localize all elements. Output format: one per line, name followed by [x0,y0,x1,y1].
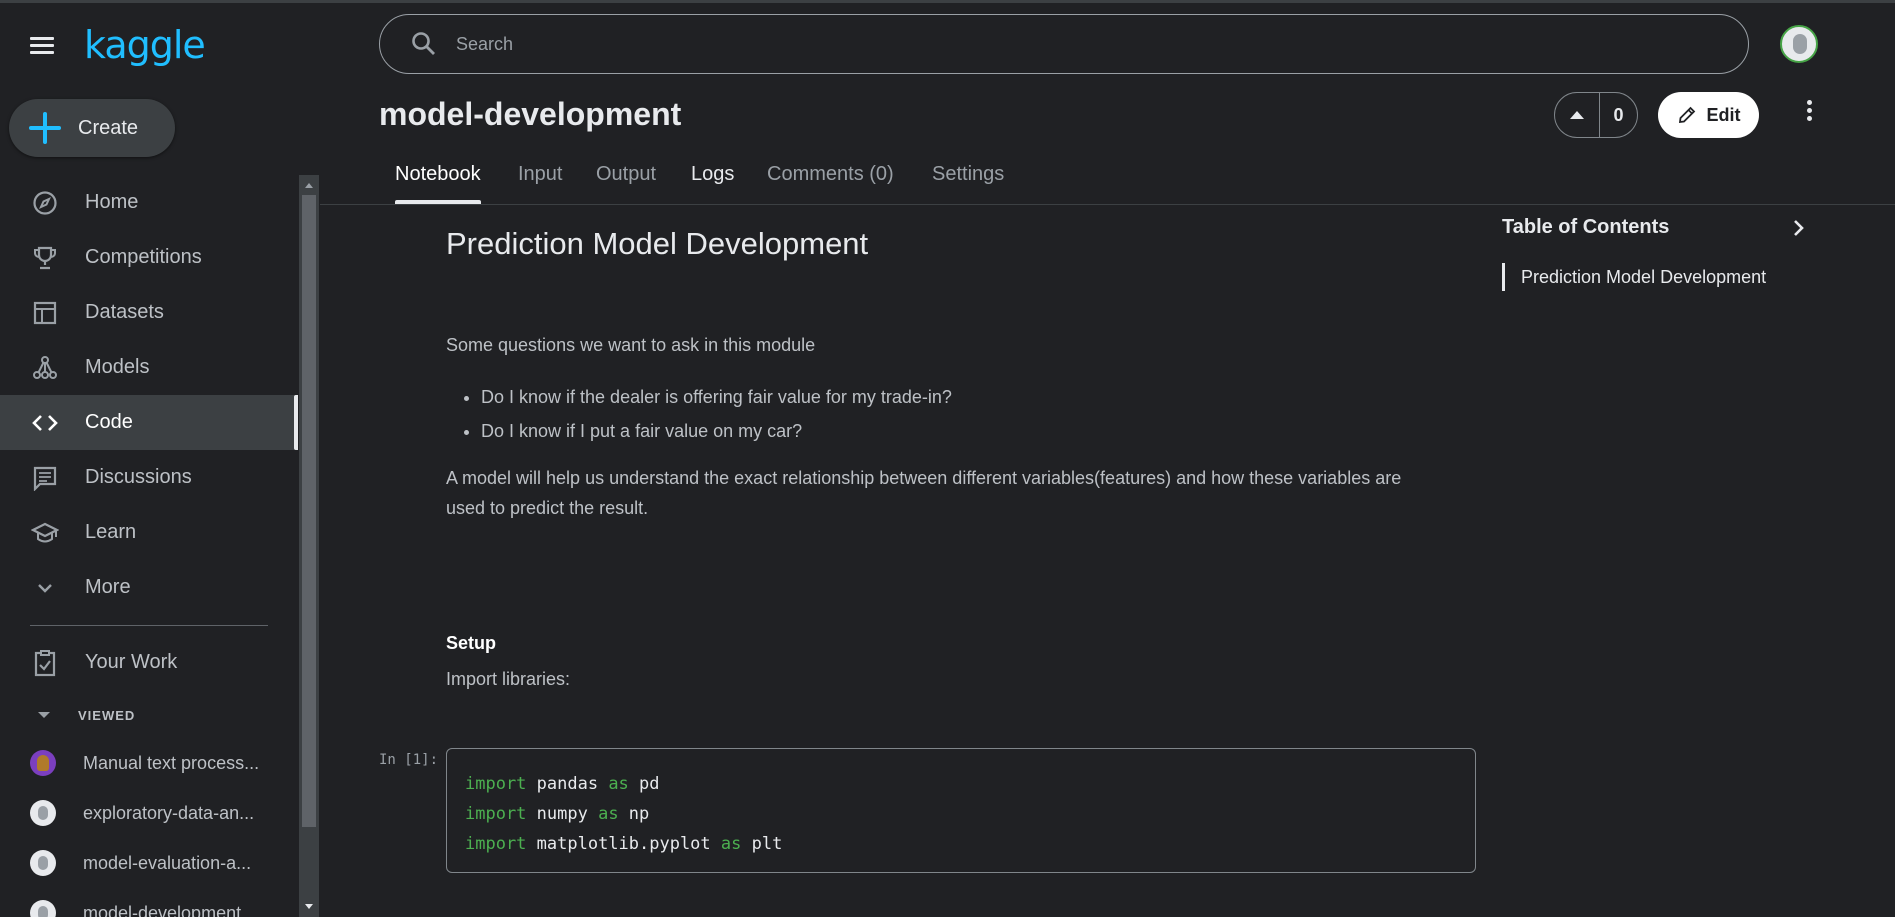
sidebar-item-label: More [85,576,131,598]
setup-heading: Setup [446,633,497,653]
viewed-label: VIEWED [78,707,136,723]
sidebar-item-more[interactable]: More [0,560,298,615]
recent-item-label: Manual text process... [83,752,260,773]
compass-icon [30,188,60,218]
pencil-icon [1678,106,1695,124]
sidebar-item-label: Learn [85,521,137,543]
sidebar-item-discussions[interactable]: Discussions [0,450,298,505]
list-item: Do I know if I put a fair value on my ca… [481,414,952,448]
code-line: import numpy as np [465,804,650,824]
kaggle-logo[interactable]: kaggle [84,23,206,67]
recent-item-label: exploratory-data-an... [83,802,255,823]
avatar [30,850,56,876]
tab-logs[interactable]: Logs [691,163,734,186]
search-icon [410,30,438,58]
sidebar-item-label: Competitions [85,246,202,268]
sidebar: kaggle Create Home Competitions Datasets [0,3,320,917]
edit-button[interactable]: Edit [1658,92,1759,138]
scroll-down-arrow-icon[interactable] [305,904,313,909]
sidebar-item-learn[interactable]: Learn [0,505,298,560]
graduation-cap-icon [30,518,60,548]
chevron-right-icon[interactable] [1787,217,1809,239]
trophy-icon [30,243,60,273]
chevron-down-icon [30,573,60,603]
sidebar-item-competitions[interactable]: Competitions [0,230,298,285]
sidebar-item-models[interactable]: Models [0,340,298,395]
user-avatar[interactable] [1780,25,1818,63]
sidebar-item-code[interactable]: Code [0,395,298,450]
more-options-icon[interactable] [1802,100,1816,128]
recent-item[interactable]: Manual text process... [0,738,298,788]
scroll-up-arrow-icon[interactable] [305,183,313,188]
comment-icon [30,463,60,493]
tab-notebook[interactable]: Notebook [395,163,481,204]
caret-down-icon [38,712,50,718]
setup-text: Import libraries: [446,669,571,689]
cell-prompt: In [1]: [379,752,439,768]
avatar [30,750,56,776]
vote-widget: 0 [1554,92,1638,138]
notebook-paragraph-line: A model will help us understand the exac… [446,468,1402,488]
notebook-tabs: Notebook Input Output Logs Comments (0) … [320,155,1895,205]
viewed-section-toggle[interactable]: VIEWED [0,703,298,727]
tab-settings[interactable]: Settings [932,163,1004,186]
scrollbar-thumb[interactable] [302,195,316,827]
page-title: model-development [379,96,682,132]
sidebar-item-home[interactable]: Home [0,175,298,230]
model-graph-icon [30,353,60,383]
hamburger-menu-icon[interactable] [30,34,58,56]
recent-item-label: model-evaluation-a... [83,852,252,873]
sidebar-item-your-work[interactable]: Your Work [0,635,298,690]
create-label: Create [78,116,139,139]
recent-item[interactable]: model-evaluation-a... [0,838,298,888]
search-input[interactable] [456,33,1656,55]
toc-item[interactable]: Prediction Model Development [1502,263,1766,291]
code-cell[interactable]: import pandas as pd import numpy as np i… [446,748,1476,873]
recent-item[interactable]: exploratory-data-an... [0,788,298,838]
sidebar-item-label: Code [85,411,133,433]
sidebar-divider [30,625,268,626]
notebook-heading: Prediction Model Development [446,226,869,261]
code-icon [30,408,60,438]
notebook-bullet-list: Do I know if the dealer is offering fair… [481,380,952,448]
tab-input[interactable]: Input [518,163,562,186]
sidebar-item-datasets[interactable]: Datasets [0,285,298,340]
avatar [30,800,56,826]
list-item: Do I know if the dealer is offering fair… [481,380,952,414]
notebook-intro: Some questions we want to ask in this mo… [446,335,816,355]
tab-comments[interactable]: Comments (0) [767,163,894,186]
sidebar-scrollbar[interactable] [299,175,319,917]
upvote-button[interactable] [1555,93,1600,137]
search-bar[interactable] [379,14,1749,74]
code-line: import matplotlib.pyplot as plt [465,834,783,854]
clipboard-check-icon [30,648,60,678]
code-line: import pandas as pd [465,774,660,794]
tab-output[interactable]: Output [596,163,656,186]
toc-title: Table of Contents [1502,216,1670,238]
sidebar-item-label: Datasets [85,301,164,323]
sidebar-item-label: Models [85,356,150,378]
upvote-arrow-icon [1570,111,1584,119]
edit-label: Edit [1706,104,1741,125]
vote-count: 0 [1613,104,1624,125]
notebook-paragraph-line: used to predict the result. [446,498,649,518]
sidebar-item-label: Discussions [85,466,192,488]
table-icon [30,298,60,328]
sidebar-nav: Home Competitions Datasets Models Code D… [0,175,298,615]
avatar [30,900,56,917]
create-button[interactable]: Create [9,99,175,157]
recent-item-label: model-development... [83,902,257,917]
recent-item[interactable]: model-development... [0,888,298,917]
plus-icon [28,111,62,145]
sidebar-item-label: Home [85,191,139,213]
your-work-label: Your Work [85,651,178,673]
